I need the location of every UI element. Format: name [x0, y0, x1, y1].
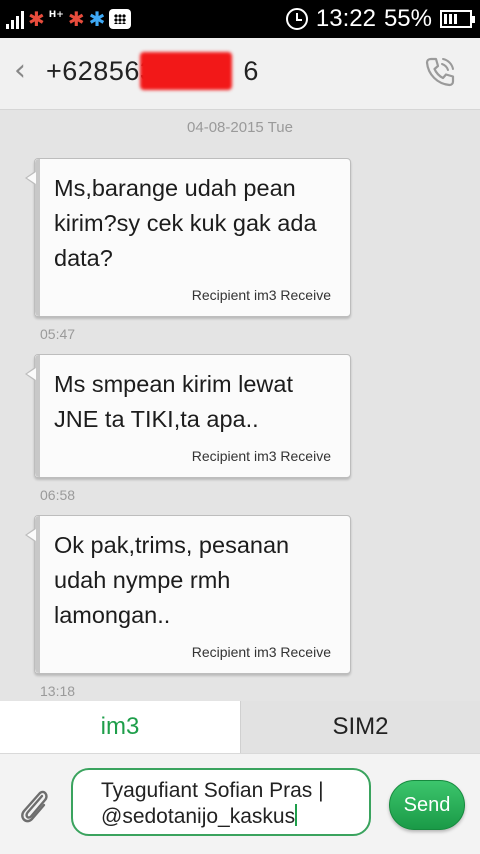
message-bubble[interactable]: Ms smpean kirim lewat JNE ta TIKI,ta apa… — [25, 354, 351, 478]
thread-date: 04-08-2015 Tue — [187, 119, 293, 136]
message-text: Ms,barange udah pean kirim?sy cek kuk ga… — [54, 175, 317, 271]
delivery-status: Recipient im3 Receive — [191, 287, 331, 303]
pinwheel-icon: ✱ — [28, 7, 45, 31]
redaction-mark — [140, 52, 232, 90]
message-input-line1: Tyagufiant Sofian Pras | — [101, 779, 324, 802]
conversation-header: ‹ +628563 6 — [0, 38, 480, 110]
back-chevron-icon[interactable]: ‹ — [14, 56, 26, 86]
message-time: 13:18 — [40, 683, 76, 699]
pinwheel-icon: ✱ — [67, 7, 85, 31]
message-thread[interactable]: 04-08-2015 Tue Ms,barange udah pean kiri… — [0, 111, 480, 701]
delivery-status: Recipient im3 Receive — [191, 448, 331, 464]
battery-icon — [440, 10, 475, 28]
sim1-tab[interactable]: im3 — [0, 701, 240, 753]
status-bar-left: ✱ H+ ✱ ✱ — [6, 6, 132, 32]
phone-icon[interactable] — [422, 54, 458, 90]
message-text: Ms smpean kirim lewat JNE ta TIKI,ta apa… — [54, 371, 293, 432]
message-bubble[interactable]: Ok pak,trims, pesanan udah nympe rmh lam… — [25, 515, 351, 674]
status-bar-right: 13:22 55% — [285, 4, 475, 34]
message-bubble[interactable]: Ms,barange udah pean kirim?sy cek kuk ga… — [25, 158, 351, 317]
message-text: Ok pak,trims, pesanan udah nympe rmh lam… — [54, 532, 290, 628]
network-badge: H+ — [48, 9, 64, 20]
sim2-tab[interactable]: SIM2 — [240, 701, 480, 753]
alarm-icon — [285, 8, 308, 30]
text-cursor — [295, 804, 298, 826]
pinwheel-icon: ✱ — [88, 7, 106, 31]
message-time: 05:47 — [40, 326, 76, 342]
bbm-icon — [109, 9, 132, 29]
paperclip-icon[interactable] — [14, 782, 54, 826]
message-input-line2: @sedotanijo_kaskus — [101, 805, 296, 828]
delivery-status: Recipient im3 Receive — [191, 644, 331, 660]
status-time: 13:22 — [315, 5, 376, 32]
status-bar: ✱ H+ ✱ ✱ 13:22 55% — [0, 0, 480, 38]
send-button[interactable]: Send — [389, 780, 465, 830]
message-input[interactable]: Tyagufiant Sofian Pras | @sedotanijo_kas… — [71, 768, 371, 836]
composer: Tyagufiant Sofian Pras | @sedotanijo_kas… — [0, 753, 480, 854]
battery-percent: 55% — [383, 5, 432, 32]
sim-selector: im3 SIM2 — [0, 701, 480, 753]
signal-icon — [6, 9, 24, 29]
message-time: 06:58 — [40, 487, 76, 503]
